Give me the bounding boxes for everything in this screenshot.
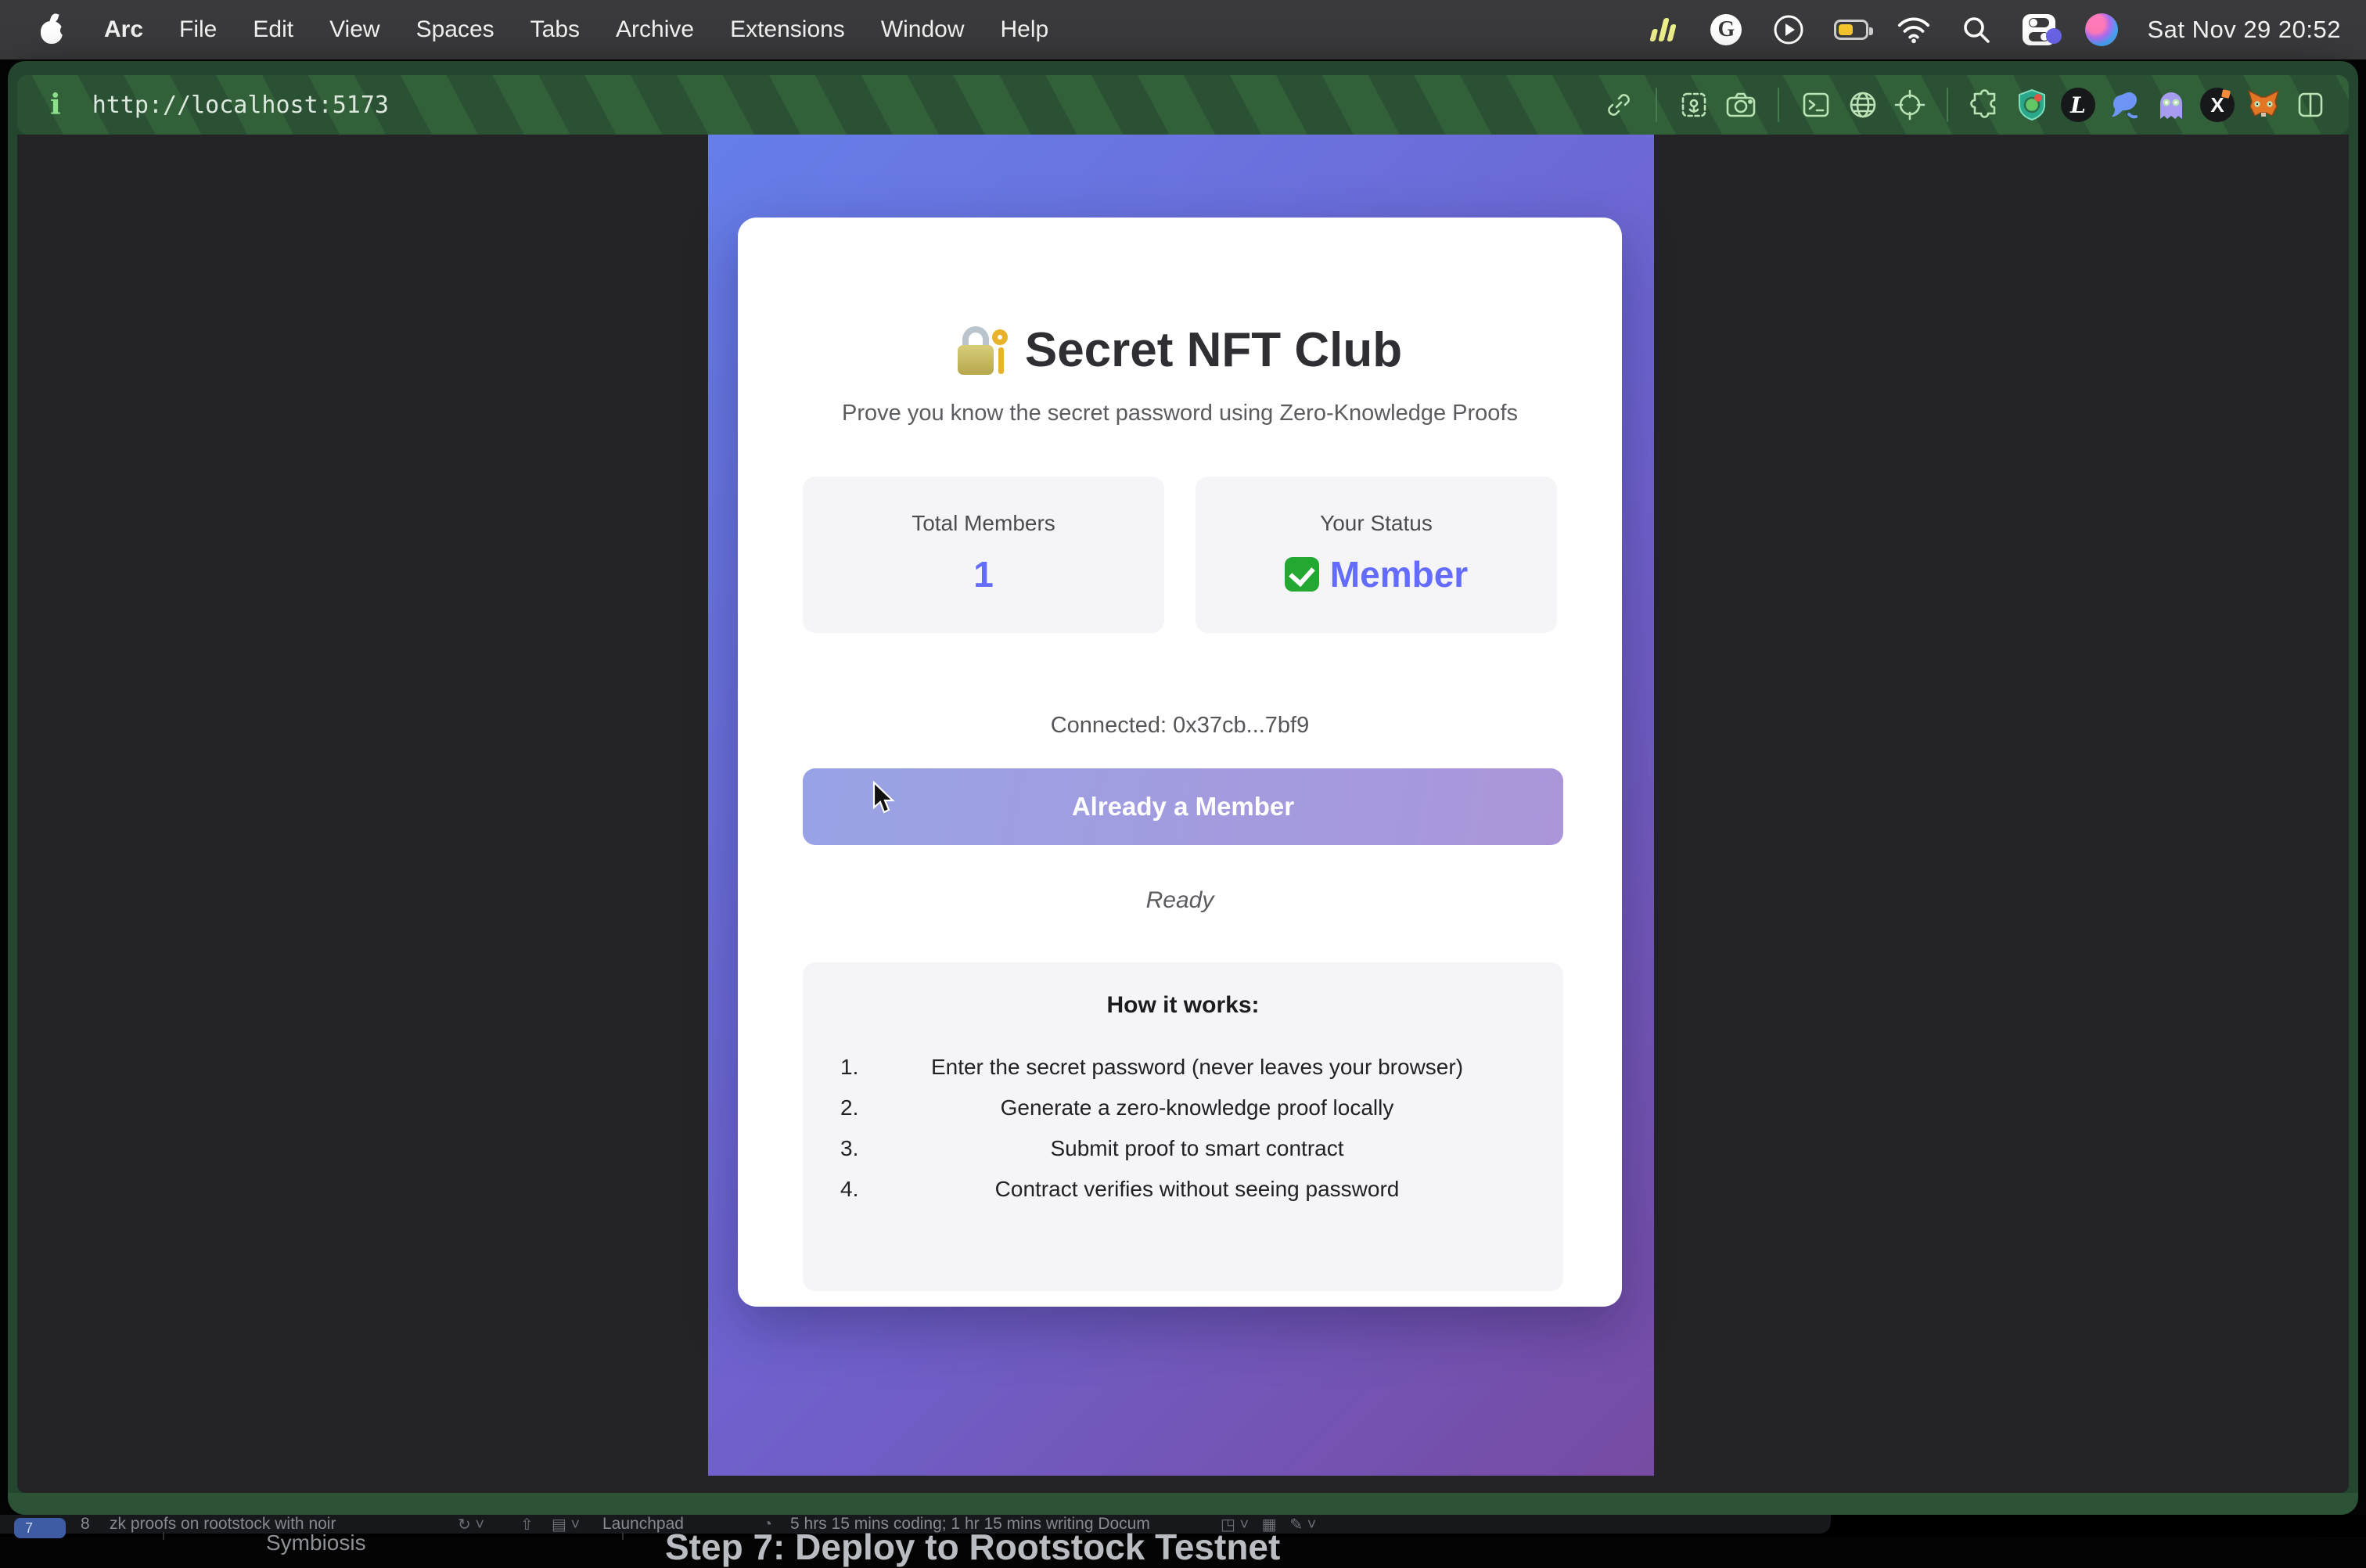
link-icon[interactable] [1601,87,1637,123]
panel-icon[interactable]: ▤ ˅ [552,1515,580,1534]
ready-status-text: Ready [738,887,1622,914]
bluebird-extension-icon[interactable] [2106,87,2142,123]
wifi-icon[interactable] [1897,13,1931,47]
toolbar-divider [1778,88,1779,122]
how-step-2: Generate a zero-knowledge proof locally [854,1088,1540,1128]
menu-view[interactable]: View [311,16,397,43]
grammarly-icon[interactable]: G [1709,13,1743,47]
already-a-member-button[interactable]: Already a Member [803,768,1563,845]
background-window: 8 zk proofs on rootstock with noir ↻ ˅ ⇧… [0,1515,2366,1537]
how-step-3: Submit proof to smart contract [854,1128,1540,1169]
menu-help[interactable]: Help [983,16,1067,43]
menu-spaces[interactable]: Spaces [398,16,512,43]
member-status-text: Member [1330,553,1468,595]
your-status-value: Member [1196,553,1557,595]
menu-file[interactable]: File [161,16,235,43]
menu-archive[interactable]: Archive [598,16,712,43]
toolbar-divider [1656,88,1657,122]
background-heading: Step 7: Deploy to Rootstock Testnet [665,1526,1280,1568]
menu-arc[interactable]: Arc [86,16,161,43]
page-subtitle: Prove you know the secret password using… [738,401,1622,426]
background-window-content: Symbiosis Step 7: Deploy to Rootstock Te… [0,1532,2366,1540]
control-center-icon[interactable] [2022,13,2056,47]
share-icon[interactable]: ⇧ [520,1515,534,1534]
ghostery-icon[interactable] [2153,87,2189,123]
crosshair-icon[interactable] [1892,87,1928,123]
battery-icon[interactable] [1834,13,1868,47]
app-gradient-background: Secret NFT Club Prove you know the secre… [708,135,1654,1476]
metamask-icon[interactable] [2246,87,2282,123]
menu-extensions[interactable]: Extensions [712,16,863,43]
apple-menu-icon[interactable] [39,14,66,45]
tab-count: 8 [81,1515,90,1534]
history-back-icon[interactable]: ↻ ˅ [458,1515,484,1534]
page-title-text: Secret NFT Club [1025,319,1402,382]
page-title: Secret NFT Club [738,319,1622,382]
sidebar-divider [163,1532,164,1540]
your-status-box: Your Status Member [1196,477,1557,633]
check-mark-emoji-icon [1285,557,1319,592]
address-bar-url[interactable]: http://localhost:5173 [92,92,389,119]
spotlight-search-icon[interactable] [1959,13,1994,47]
menu-edit[interactable]: Edit [235,16,311,43]
terminal-icon[interactable] [1798,87,1834,123]
how-it-works-box: How it works: Enter the secret password … [803,962,1563,1291]
site-info-icon[interactable]: i [50,88,61,121]
total-members-box: Total Members 1 [803,477,1164,633]
privacy-shield-icon[interactable] [2014,87,2050,123]
arc-browser-window: i http://localhost:5173 [8,61,2358,1515]
siri-icon[interactable] [2084,13,2119,47]
secret-nft-club-card: Secret NFT Club Prove you know the secre… [738,218,1622,1307]
macos-menu-bar: Arc File Edit View Spaces Tabs Archive E… [0,0,2366,59]
locked-with-key-emoji-icon [958,325,1009,376]
how-it-works-title: How it works: [803,992,1563,1019]
toolbar-divider [1947,88,1948,122]
how-step-4: Contract verifies without seeing passwor… [854,1169,1540,1210]
total-members-value: 1 [803,553,1164,595]
content-divider [622,1532,624,1540]
how-step-1: Enter the secret password (never leaves … [854,1047,1540,1088]
window-bottom-edge [8,1493,2358,1515]
how-it-works-list: Enter the secret password (never leaves … [803,1047,1563,1210]
x-extension-icon[interactable]: X [2200,88,2235,122]
menu-bar-clock[interactable]: Sat Nov 29 20:52 [2147,16,2341,44]
capture-camera-icon[interactable] [1723,87,1759,123]
menu-window[interactable]: Window [863,16,983,43]
playback-icon[interactable] [1771,13,1806,47]
page-viewport: Secret NFT Club Prove you know the secre… [17,135,2349,1493]
sidebar-title: Symbiosis [266,1530,366,1555]
loom-icon[interactable]: L [2061,88,2095,122]
globe-icon[interactable] [1845,87,1881,123]
mouse-cursor [872,781,899,815]
menu-tabs[interactable]: Tabs [512,16,598,43]
extensions-puzzle-icon[interactable] [1967,87,2003,123]
your-status-label: Your Status [1196,511,1557,536]
split-view-icon[interactable] [2292,87,2328,123]
stats-icon[interactable] [1646,13,1681,47]
browser-toolbar: i http://localhost:5173 [17,75,2349,135]
connected-address-text: Connected: 0x37cb...7bf9 [738,713,1622,739]
stats-row: Total Members 1 Your Status Member [803,477,1557,633]
picture-in-picture-icon[interactable] [1676,87,1712,123]
total-members-label: Total Members [803,511,1164,536]
